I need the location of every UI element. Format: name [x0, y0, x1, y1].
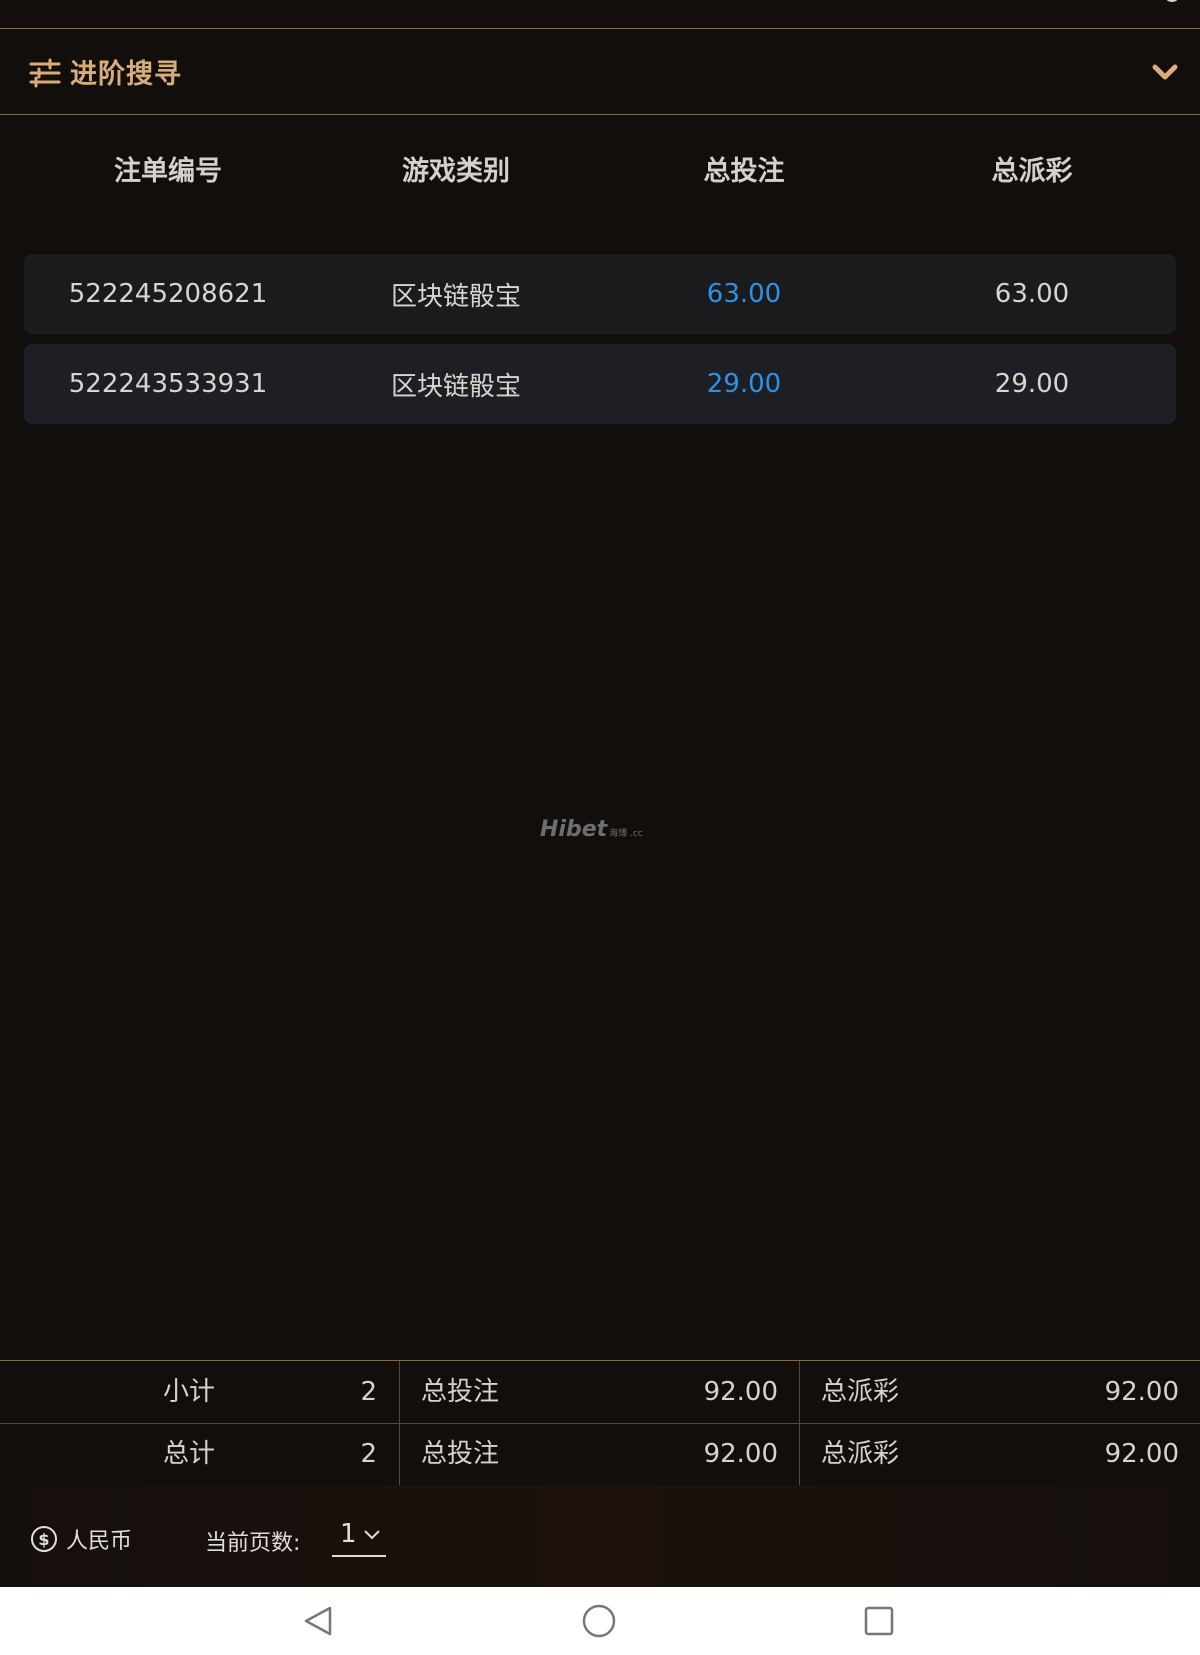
current-page-label: 当前页数: — [205, 1531, 301, 1556]
game-type-cell: 区块链骰宝 — [390, 371, 521, 402]
header-game-type: 游戏类别 — [402, 156, 510, 187]
corner-indicator — [1164, 0, 1180, 2]
table-row[interactable]: 522243533931 区块链骰宝 29.00 29.00 — [24, 344, 1176, 424]
subtotal-bet-value: 92.00 — [703, 1377, 778, 1407]
subtotal-bet-cell: 总投注 92.00 — [400, 1361, 800, 1423]
total-bet-cell: 29.00 — [706, 369, 782, 399]
watermark-suffix: 海博 .cc — [609, 829, 643, 839]
total-payout-cell: 总派彩 92.00 — [800, 1423, 1200, 1485]
table-header: 注单编号 游戏类别 总投注 总派彩 — [24, 142, 1176, 202]
total-count-cell: 总计 2 — [0, 1423, 400, 1485]
home-circle-icon[interactable] — [582, 1604, 616, 1638]
total-payout-label: 总派彩 — [821, 1439, 900, 1469]
watermark-text: Hibet — [540, 817, 608, 842]
subtotal-bet-label: 总投注 — [421, 1377, 500, 1407]
header-bet-id: 注单编号 — [114, 156, 222, 187]
total-bet-cell: 63.00 — [706, 279, 782, 309]
bet-id-cell: 522245208621 — [68, 279, 268, 309]
game-type-cell: 区块链骰宝 — [390, 281, 521, 312]
subtotal-count: 2 — [360, 1377, 377, 1407]
page-number-value: 1 — [340, 1519, 357, 1549]
subtotal-payout-value: 92.00 — [1104, 1377, 1179, 1407]
chevron-down-icon — [364, 1530, 380, 1540]
table-row[interactable]: 522245208621 区块链骰宝 63.00 63.00 — [24, 254, 1176, 334]
total-count: 2 — [360, 1439, 377, 1469]
total-bet-label: 总投注 — [421, 1439, 500, 1469]
total-bet-value: 92.00 — [703, 1439, 778, 1469]
bet-id-cell: 522243533931 — [68, 369, 268, 399]
footer-bar: $ 人民币 当前页数: 1 — [0, 1485, 1200, 1587]
total-payout-value: 92.00 — [1104, 1439, 1179, 1469]
subtotal-payout-cell: 总派彩 92.00 — [800, 1361, 1200, 1423]
total-bet-cell: 总投注 92.00 — [400, 1423, 800, 1485]
sliders-icon — [29, 58, 61, 87]
advanced-search-label: 进阶搜寻 — [70, 59, 182, 90]
subtotal-count-cell: 小计 2 — [0, 1361, 400, 1423]
dollar-circle-icon: $ — [31, 1526, 57, 1552]
chevron-down-icon[interactable] — [1150, 57, 1180, 87]
watermark: Hibet 海博 .cc — [540, 812, 643, 842]
svg-text:$: $ — [38, 1530, 49, 1549]
currency-selector[interactable]: $ 人民币 — [30, 1523, 132, 1555]
system-navigation-bar — [0, 1587, 1200, 1655]
summary-table: 小计 2 总投注 92.00 总派彩 92.00 总计 2 总投注 92.00 … — [0, 1360, 1200, 1486]
currency-label: 人民币 — [66, 1529, 133, 1554]
total-row: 总计 2 总投注 92.00 总派彩 92.00 — [0, 1423, 1200, 1485]
total-payout-cell: 63.00 — [994, 279, 1070, 309]
recents-square-icon[interactable] — [864, 1606, 894, 1636]
header-total-bet: 总投注 — [703, 156, 785, 187]
top-status-strip — [0, 0, 1200, 29]
back-triangle-icon[interactable] — [302, 1605, 334, 1637]
advanced-search-toggle[interactable]: 进阶搜寻 — [0, 29, 1200, 115]
subtotal-payout-label: 总派彩 — [821, 1377, 900, 1407]
bet-list: 522245208621 区块链骰宝 63.00 63.00 522243533… — [24, 254, 1176, 434]
subtotal-row: 小计 2 总投注 92.00 总派彩 92.00 — [0, 1361, 1200, 1424]
header-total-payout: 总派彩 — [991, 156, 1073, 187]
total-payout-cell: 29.00 — [994, 369, 1070, 399]
total-label: 总计 — [163, 1439, 216, 1469]
page-number-select[interactable]: 1 — [332, 1515, 386, 1557]
subtotal-label: 小计 — [163, 1377, 216, 1407]
